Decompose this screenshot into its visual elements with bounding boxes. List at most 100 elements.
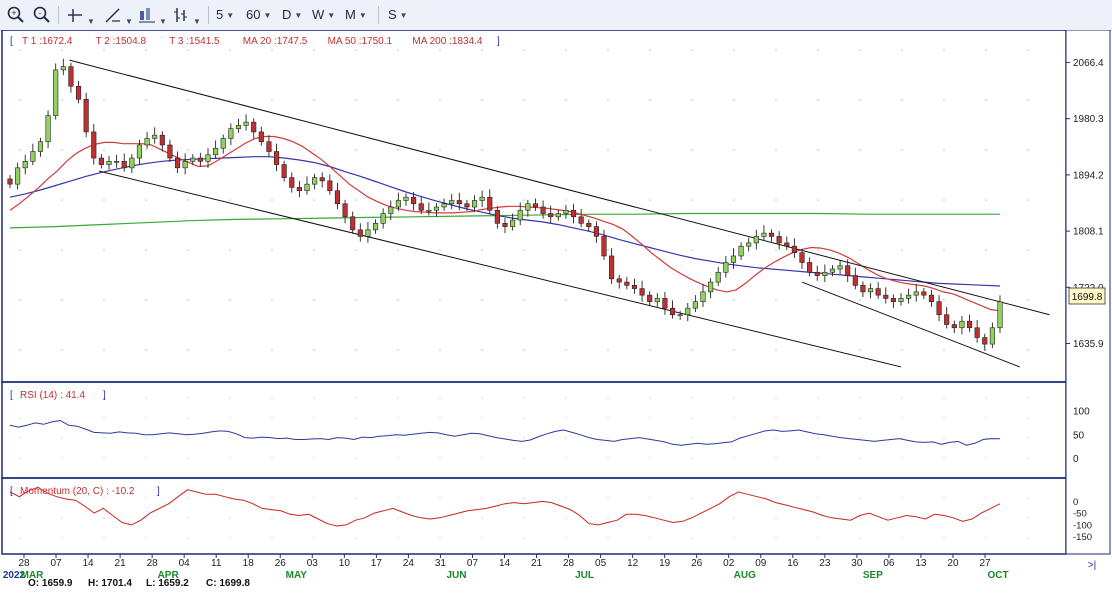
interval-60-button[interactable]: 60 ▼ [246,5,271,25]
price-chart[interactable]: [ T 1 :1672.4 T 2 :1504.8 T 3 :1541.5 MA 20… [0,30,1112,594]
grid-dot [229,417,231,419]
interval-daily-button[interactable]: D ▼ [282,5,302,25]
grid-dot [397,299,399,301]
grid-dot [985,517,987,519]
grid-dot [901,49,903,51]
grid-dot [817,437,819,439]
candle-down [197,157,203,162]
grid-dot [649,517,651,519]
grid-dot [985,417,987,419]
grid-dot [439,149,441,151]
grid-dot [145,99,147,101]
interval-weekly-button[interactable]: W ▼ [312,5,335,25]
interval-weekly-label: W [312,7,325,22]
candle-down [601,236,607,257]
grid-dot [649,397,651,399]
grid-dot [817,99,819,101]
grid-dot [523,537,525,539]
grid-dot [859,249,861,251]
grid-dot [271,49,273,51]
grid-dot [229,537,231,539]
grid-dot [901,397,903,399]
grid-dot [733,497,735,499]
candle-down [890,298,896,302]
grid-dot [187,537,189,539]
grid-dot [649,149,651,151]
grid-dot [775,437,777,439]
interval-monthly-button[interactable]: M ▼ [345,5,367,25]
grid-dot [943,349,945,351]
candle-up [761,232,767,237]
grid-dot [691,437,693,439]
grid-dot [145,199,147,201]
crosshair-tool-button[interactable]: ▼ [66,5,95,26]
candle-down [548,213,554,218]
grid-dot [481,99,483,101]
grid-dot [775,299,777,301]
grid-dot [229,437,231,439]
momentum-bracket-close: ] [157,486,160,497]
grid-dot [145,417,147,419]
date-tick-label: 05 [595,558,607,569]
candle-up [380,213,386,224]
candle-down [487,196,493,211]
grid-dot [397,517,399,519]
grid-dot [229,249,231,251]
grid-dot [481,437,483,439]
grid-dot [691,99,693,101]
grid-dot [859,99,861,101]
bar-type-button[interactable]: ▼ [172,5,201,26]
rsi-header: RSI (14) : 41.4 [20,390,85,401]
candle-up [959,320,965,329]
scroll-to-end-button[interactable]: >| [1088,560,1096,571]
date-tick-label: 06 [883,558,895,569]
candle-up [243,121,249,126]
draw-line-tool-button[interactable]: ▼ [104,5,133,26]
candle-down [928,294,935,302]
grid-dot [187,249,189,251]
grid-dot [607,497,609,499]
zoom-out-button[interactable]: - [32,5,52,25]
grid-dot [271,457,273,459]
grid-dot [229,199,231,201]
grid-dot [565,517,567,519]
candle-down [266,141,272,152]
grid-dot [691,537,693,539]
candle-up [426,209,432,212]
candle-down [791,245,797,253]
grid-dot [19,299,21,301]
grid-dot [103,299,105,301]
grid-dot [187,99,189,101]
grid-dot [1027,199,1029,201]
grid-dot [943,249,945,251]
grid-dot [943,497,945,499]
grid-dot [19,437,21,439]
grid-dot [355,457,357,459]
grid-dot [229,397,231,399]
grid-dot [187,497,189,499]
grid-dot [271,199,273,201]
header-bracket-open: [ [10,36,13,47]
grid-dot [19,537,21,539]
date-tick-label: 03 [307,558,319,569]
header-bracket-close: ] [497,36,500,47]
zoom-in-button[interactable]: + [6,5,26,25]
grid-dot [481,537,483,539]
chart-type-button[interactable]: ▼ [138,5,167,26]
grid-dot [859,349,861,351]
momentum-tick-label: 0 [1073,497,1078,508]
trendline-1 [69,59,1050,316]
studies-button[interactable]: S ▼ [388,5,408,25]
grid-dot [565,99,567,101]
grid-dot [607,349,609,351]
grid-dot [439,349,441,351]
candle-down [570,209,577,218]
candle-up [708,281,714,293]
grid-dot [103,437,105,439]
interval-monthly-label: M [345,7,356,22]
grid-dot [985,437,987,439]
grid-dot [439,537,441,539]
interval-5-button[interactable]: 5 ▼ [216,5,234,25]
date-tick-label: 19 [659,558,671,569]
grid-dot [649,349,651,351]
